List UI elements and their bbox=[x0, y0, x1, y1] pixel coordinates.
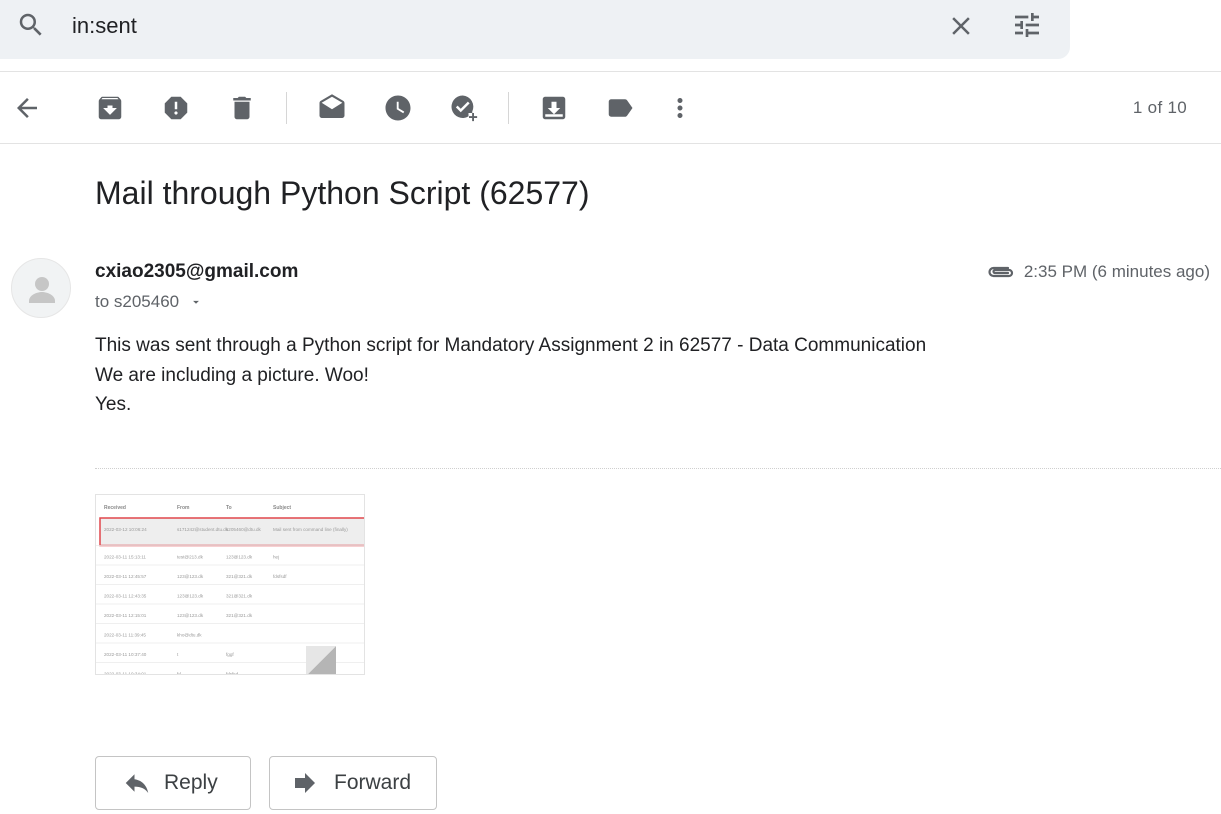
divider bbox=[95, 468, 1221, 469]
recipient-label: to s205460 bbox=[95, 292, 180, 311]
recipient-details[interactable]: to s205460 bbox=[95, 292, 203, 312]
attachment-header: Received bbox=[104, 505, 126, 511]
message-toolbar: 1 of 10 bbox=[0, 71, 1221, 144]
attachment-cell: kho@dtu.dk bbox=[177, 633, 202, 638]
attachment-cell: fdsfsd bbox=[226, 672, 239, 676]
message-body: This was sent through a Python script fo… bbox=[95, 331, 926, 420]
attachment-cell: fdsfsdf bbox=[273, 574, 287, 579]
attachment-cell: 2022-03-11 10:34:01 bbox=[104, 672, 147, 676]
report-spam-icon[interactable] bbox=[161, 93, 191, 123]
attachment-cell: 321@321.dk bbox=[226, 613, 253, 618]
snooze-clock-icon[interactable] bbox=[383, 93, 413, 123]
image-attachment[interactable]: Received From To Subject 2022-03-12 10:0… bbox=[95, 494, 365, 675]
label-icon[interactable] bbox=[605, 93, 635, 123]
attachment-header: From bbox=[177, 505, 190, 511]
body-line: We are including a picture. Woo! bbox=[95, 364, 369, 386]
toolbar-divider bbox=[508, 92, 509, 124]
attachment-cell: 2022-03-11 12:43:35 bbox=[104, 594, 147, 599]
archive-icon[interactable] bbox=[95, 93, 125, 123]
attachment-cell: hej bbox=[273, 555, 279, 560]
body-line: This was sent through a Python script fo… bbox=[95, 335, 927, 356]
search-options-icon[interactable] bbox=[1011, 9, 1043, 41]
attachment-cell: 2022-03-11 15:13:11 bbox=[104, 555, 146, 560]
attachment-cell: fd bbox=[177, 672, 181, 676]
attachment-cell: 2022-03-11 12:45:57 bbox=[104, 574, 147, 579]
attachment-cell: Mail sent from command line (finally) bbox=[273, 527, 348, 532]
attachment-header: To bbox=[226, 505, 232, 511]
attachment-cell: 123@123.dk bbox=[177, 594, 204, 599]
close-icon[interactable] bbox=[946, 11, 976, 41]
reply-button[interactable]: Reply bbox=[95, 756, 251, 810]
attachment-cell: s171242@student.dtu.dk bbox=[177, 527, 229, 532]
attachment-cell: s205460@dtu.dk bbox=[226, 527, 262, 532]
mark-unread-icon[interactable] bbox=[317, 93, 347, 123]
attachment-cell: test@213.dk bbox=[177, 555, 204, 560]
attachment-cell: 2022-03-11 12:15:01 bbox=[104, 613, 147, 618]
more-options-icon[interactable] bbox=[665, 93, 695, 123]
attachment-cell: 321@321.dk bbox=[226, 574, 253, 579]
attachment-preview: Received From To Subject 2022-03-12 10:0… bbox=[96, 495, 364, 676]
email-subject: Mail through Python Script (62577) bbox=[95, 175, 590, 211]
attachment-cell: 123@123.dk bbox=[226, 555, 253, 560]
attachment-cell: 321@321.dk bbox=[226, 594, 253, 599]
move-to-icon[interactable] bbox=[539, 93, 569, 123]
sender-email[interactable]: cxiao2305@gmail.com bbox=[95, 261, 298, 283]
add-to-tasks-icon[interactable] bbox=[449, 93, 479, 123]
forward-button[interactable]: Forward bbox=[269, 756, 437, 810]
delete-icon[interactable] bbox=[227, 93, 257, 123]
pagination-count: 1 of 10 bbox=[1132, 98, 1187, 117]
attachment-cell: 2022-03-11 10:37:40 bbox=[104, 652, 147, 657]
person-icon bbox=[29, 277, 55, 303]
back-arrow-icon[interactable] bbox=[12, 93, 42, 123]
search-icon[interactable] bbox=[16, 10, 46, 40]
attachment-cell: 123@123.dk bbox=[177, 613, 204, 618]
message-meta: 2:35 PM (6 minutes ago) bbox=[986, 262, 1210, 282]
attachment-cell: fggf bbox=[226, 652, 234, 657]
message-time: 2:35 PM (6 minutes ago) bbox=[1023, 262, 1210, 281]
search-bar: in:sent bbox=[0, 0, 1070, 59]
search-input[interactable]: in:sent bbox=[72, 13, 137, 39]
reply-icon bbox=[125, 774, 149, 793]
toolbar-divider bbox=[286, 92, 287, 124]
forward-label: Forward bbox=[334, 771, 412, 794]
avatar[interactable] bbox=[11, 258, 71, 318]
attachment-cell: 2022-03-12 10:06:24 bbox=[104, 527, 147, 532]
attachment-header: Subject bbox=[273, 505, 291, 511]
attachment-cell: 123@123.dk bbox=[177, 574, 204, 579]
forward-icon bbox=[295, 773, 315, 793]
reply-label: Reply bbox=[164, 771, 218, 794]
attachment-icon bbox=[988, 266, 1013, 278]
chevron-down-icon[interactable] bbox=[189, 295, 203, 309]
attachment-cell: 2022-03-11 11:39:45 bbox=[104, 633, 146, 638]
body-line: Yes. bbox=[95, 394, 132, 415]
